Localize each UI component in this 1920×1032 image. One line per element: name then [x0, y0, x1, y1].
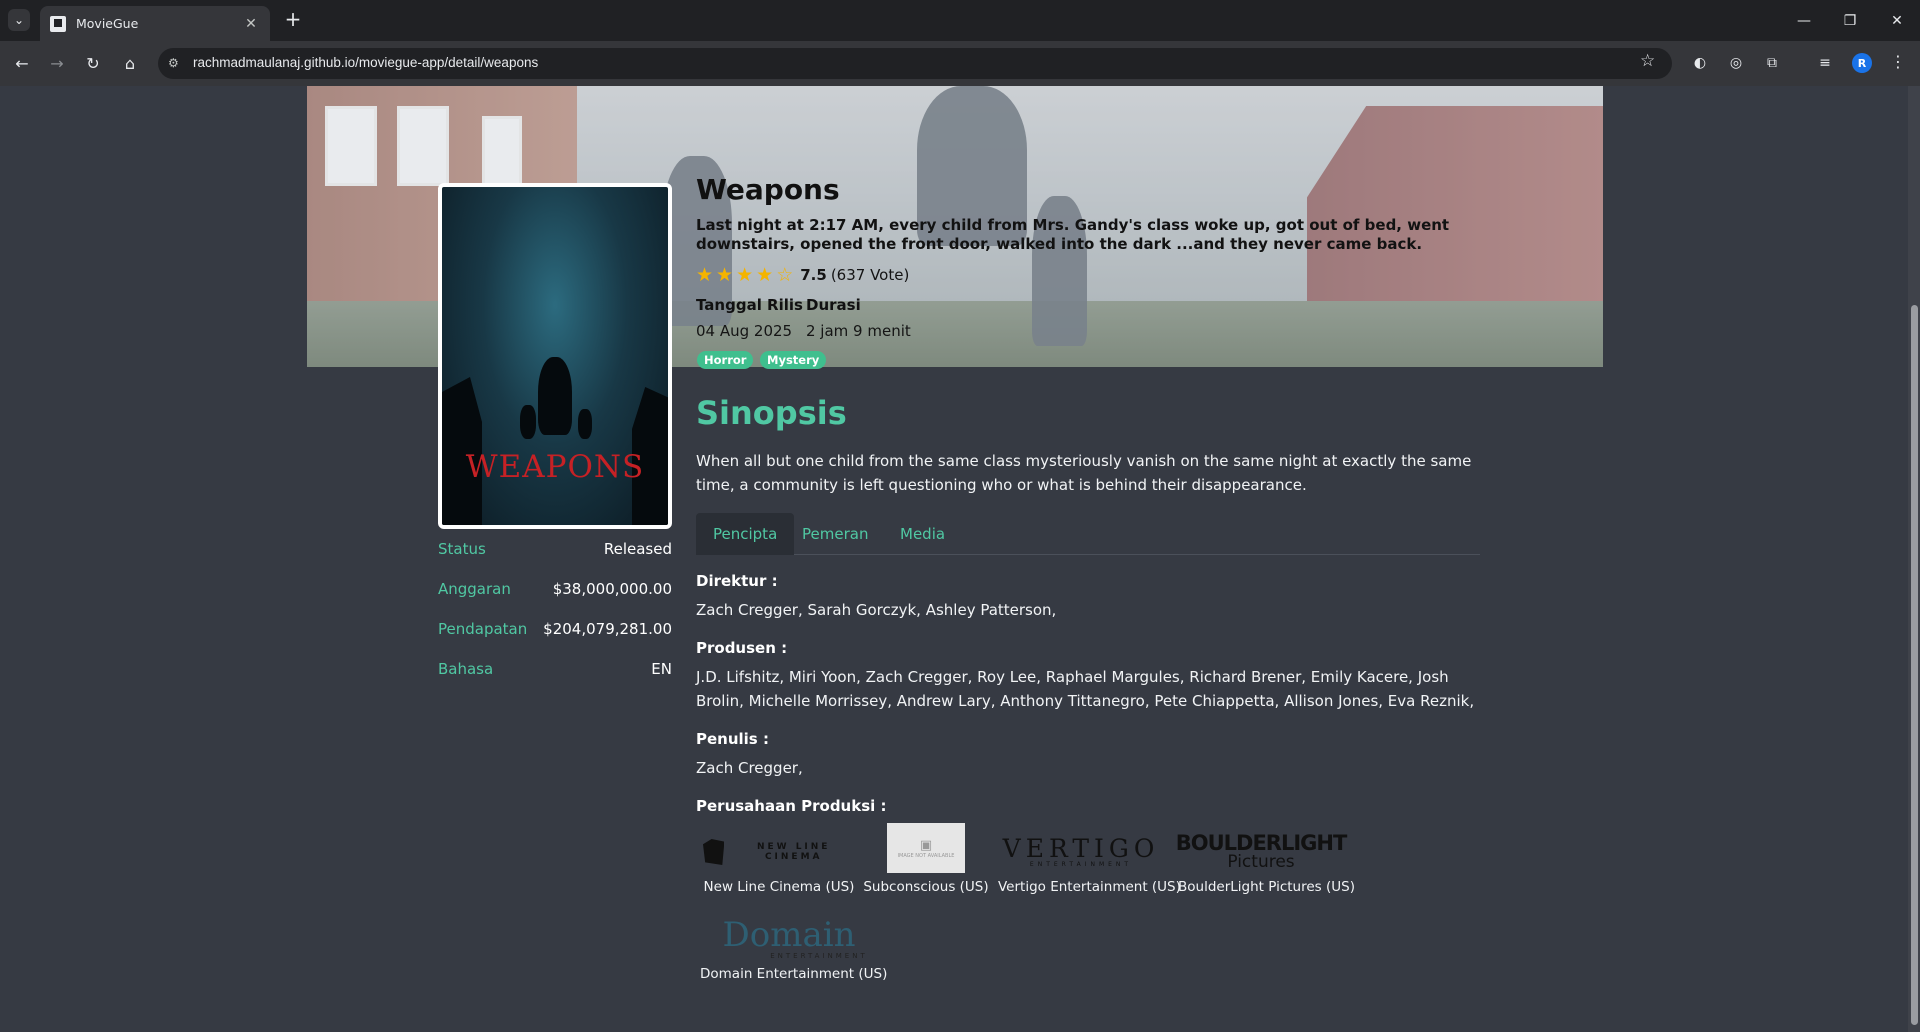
fact-value: Released [603, 540, 672, 558]
browser-tab[interactable]: MovieGue ✕ [40, 6, 270, 41]
tab-title: MovieGue [76, 16, 139, 31]
fact-label: Status [438, 540, 486, 558]
fact-value: EN [651, 660, 672, 678]
new-tab-plus-icon[interactable]: + [282, 9, 304, 31]
producer-heading: Produsen : [696, 639, 788, 657]
star-filled-icon: ★ [756, 264, 774, 286]
company-logo: Domain ENTERTAINMENT [722, 915, 868, 960]
duration-label: Durasi [806, 296, 861, 314]
fact-label: Bahasa [438, 660, 494, 678]
fact-label: Anggaran [438, 580, 511, 598]
extensions-puzzle-icon[interactable]: ⧉ [1762, 53, 1782, 73]
director-heading: Direktur : [696, 572, 778, 590]
star-empty-icon: ☆ [776, 264, 794, 286]
star-filled-icon: ★ [716, 264, 734, 286]
fact-value: $38,000,000.00 [552, 580, 672, 598]
restore-icon[interactable]: ❐ [1827, 0, 1873, 41]
browser-tabbar: ⌄ MovieGue ✕ + — ❐ ✕ [0, 0, 1920, 41]
movie-rating: ★ ★ ★ ★ ☆ 7.5 (637 Vote) [696, 264, 909, 286]
scrollbar-thumb[interactable] [1911, 305, 1918, 1025]
writer-names: Zach Cregger, [696, 759, 803, 777]
duration-value: 2 jam 9 menit [806, 322, 911, 340]
movie-tagline: Last night at 2:17 AM, every child from … [696, 216, 1450, 253]
release-value: 04 Aug 2025 [696, 322, 793, 340]
movie-title: Weapons [696, 173, 840, 206]
tab-pencipta[interactable]: Pencipta [696, 513, 795, 555]
companies-heading: Perusahaan Produksi : [696, 797, 887, 815]
fact-language: Bahasa EN [438, 660, 672, 678]
company-item: BOULDERLIGHT Pictures BoulderLight Pictu… [1175, 831, 1355, 896]
company-name: Subconscious (US) [863, 879, 989, 895]
tab-search-chevron-icon[interactable]: ⌄ [8, 9, 30, 31]
star-filled-icon: ★ [696, 264, 714, 286]
company-logo: VERTIGO ENTERTAINMENT [1002, 833, 1160, 868]
fact-status: Status Released [438, 540, 672, 558]
url-text[interactable]: rachmadmaulanaj.github.io/moviegue-app/d… [193, 55, 538, 70]
detail-tabs: Pencipta Pemeran Media [696, 513, 1480, 555]
home-icon[interactable]: ⌂ [117, 50, 143, 76]
star-filled-icon: ★ [736, 264, 754, 286]
company-item: VERTIGO ENTERTAINMENT Vertigo Entertainm… [998, 831, 1181, 896]
company-logo: BOULDERLIGHT Pictures [1175, 831, 1348, 872]
bookmark-star-icon[interactable]: ☆ [1640, 51, 1655, 71]
synopsis-heading: Sinopsis [696, 394, 847, 432]
company-name: Domain Entertainment (US) [700, 966, 888, 982]
browser-menu-icon[interactable]: ⋮ [1890, 52, 1906, 71]
tab-media[interactable]: Media [883, 513, 962, 555]
company-logo: ▣ IMAGE NOT AVAILABLE [887, 823, 965, 873]
rating-score: 7.5 [800, 266, 827, 284]
fact-label: Pendapatan [438, 620, 528, 638]
company-logo: NEW LINE CINEMA [703, 831, 855, 873]
profile-avatar[interactable]: R [1852, 53, 1872, 73]
genre-badge: Horror [697, 351, 754, 369]
window-close-icon[interactable]: ✕ [1874, 0, 1920, 41]
genre-badge: Mystery [760, 351, 827, 369]
poster-title-text: WEAPONS [465, 449, 645, 485]
company-item: ▣ IMAGE NOT AVAILABLE Subconscious (US) [862, 823, 990, 895]
fact-budget: Anggaran $38,000,000.00 [438, 580, 672, 598]
reload-icon[interactable]: ↻ [80, 50, 106, 76]
site-info-icon[interactable]: ⚙ [168, 56, 182, 70]
tab-close-icon[interactable]: ✕ [242, 16, 260, 32]
media-controls-icon[interactable]: ≡ [1815, 53, 1835, 73]
favicon-icon [50, 15, 66, 32]
director-names: Zach Cregger, Sarah Gorczyk, Ashley Patt… [696, 601, 1057, 619]
minimize-icon[interactable]: — [1781, 0, 1827, 41]
company-name: New Line Cinema (US) [703, 879, 855, 895]
fact-value: $204,079,281.00 [543, 620, 672, 638]
synopsis-text: When all but one child from the same cla… [696, 452, 1472, 494]
producer-names: J.D. Lifshitz, Miri Yoon, Zach Cregger, … [696, 668, 1475, 710]
company-name: BoulderLight Pictures (US) [1178, 879, 1355, 895]
company-name: Vertigo Entertainment (US) [998, 879, 1181, 895]
movie-poster: WEAPONS [438, 183, 672, 529]
back-arrow-icon[interactable]: ← [9, 50, 35, 76]
extension-color-icon[interactable]: ◎ [1726, 53, 1746, 73]
release-label: Tanggal Rilis [696, 296, 803, 314]
page-viewport: WEAPONS Status Released Anggaran $38,000… [0, 86, 1908, 1032]
tab-pemeran[interactable]: Pemeran [785, 513, 885, 555]
company-item: Domain ENTERTAINMENT Domain Entertainmen… [700, 915, 888, 982]
rating-votes: (637 Vote) [830, 266, 910, 284]
image-placeholder-icon: ▣ [919, 837, 933, 853]
company-item: NEW LINE CINEMA New Line Cinema (US) [703, 831, 855, 895]
writer-heading: Penulis : [696, 730, 769, 748]
forward-arrow-icon[interactable]: → [44, 50, 70, 76]
fact-revenue: Pendapatan $204,079,281.00 [438, 620, 672, 638]
extension-contrast-icon[interactable]: ◐ [1690, 53, 1710, 73]
